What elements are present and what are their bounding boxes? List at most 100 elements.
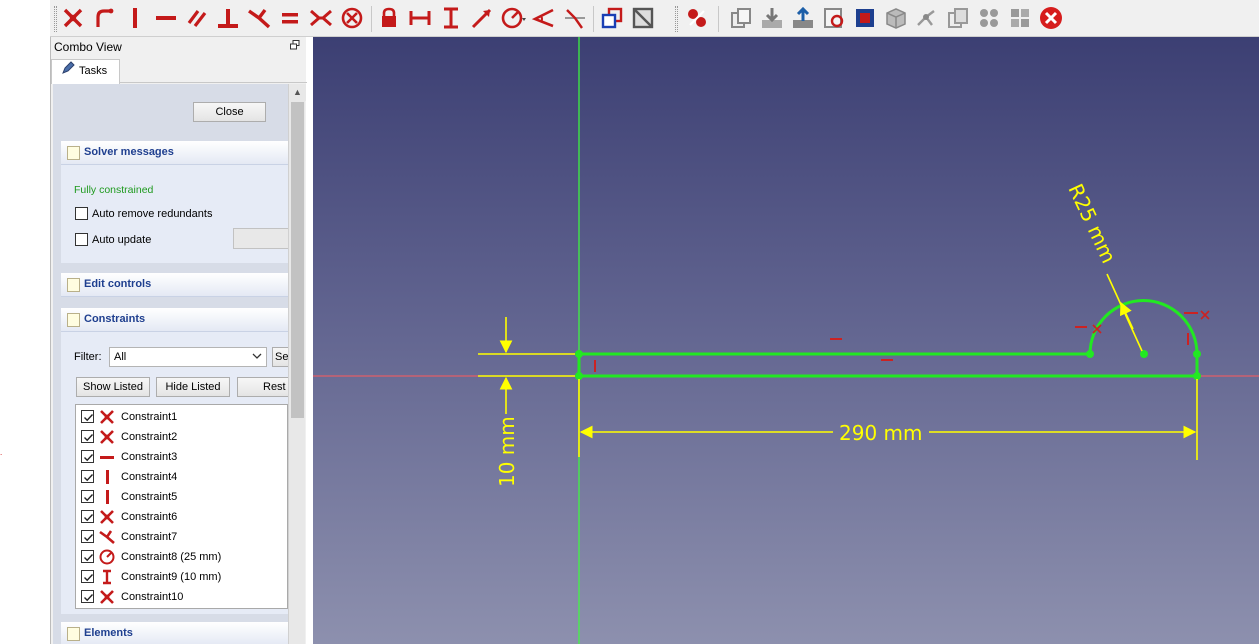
constraint-list[interactable]: Constraint1 Constraint2 Constraint3 Constra… — [75, 404, 288, 609]
dimension-width-label[interactable]: 290 mm — [839, 421, 923, 445]
tangent-constraint-glyph — [1184, 312, 1198, 314]
copy-button[interactable] — [728, 5, 754, 31]
scroll-thumb[interactable] — [291, 102, 304, 418]
horizontal-constraint-glyph — [830, 338, 842, 340]
perpendicular-constraint-button[interactable] — [215, 5, 241, 31]
angle-constraint-button[interactable] — [531, 5, 557, 31]
constraints-header[interactable]: Constraints — [61, 308, 288, 332]
restore-button[interactable]: Rest — [237, 377, 288, 397]
toggle-construction-button[interactable] — [599, 5, 625, 31]
equal-constraint-button[interactable] — [277, 5, 303, 31]
horizontal-constraint-button[interactable] — [153, 5, 179, 31]
edit-controls-header[interactable]: Edit controls — [61, 273, 288, 297]
dimension-radius-label[interactable]: R25 mm — [1063, 180, 1121, 267]
select-conflicts-button[interactable] — [914, 5, 940, 31]
delete-all-constraints-icon — [1040, 7, 1062, 29]
solver-messages-header[interactable]: Solver messages — [61, 141, 288, 165]
hide-listed-button[interactable]: Hide Listed — [156, 377, 230, 397]
constraint-row[interactable]: Constraint4 — [76, 467, 287, 487]
tab-tasks[interactable]: Tasks — [51, 59, 120, 84]
vertex-point[interactable] — [575, 350, 583, 358]
distance-constraint-button[interactable] — [469, 5, 495, 31]
delete-all-constraints-button[interactable] — [1038, 5, 1064, 31]
radius-constraint-button[interactable] — [500, 5, 526, 31]
symmetric-constraint-icon — [310, 9, 332, 27]
vertex-point[interactable] — [1193, 350, 1201, 358]
dimension-height-label[interactable]: 10 mm — [495, 416, 519, 487]
close-button[interactable]: Close — [193, 102, 266, 122]
show-listed-button[interactable]: Show Listed — [76, 377, 150, 397]
constraint-visibility-checkbox[interactable] — [81, 430, 94, 443]
vertex-point[interactable] — [1086, 350, 1094, 358]
constraint-visibility-checkbox[interactable] — [81, 570, 94, 583]
scroll-up-arrow-icon[interactable]: ▲ — [289, 84, 306, 101]
constraint-visibility-checkbox[interactable] — [81, 510, 94, 523]
constraint-row[interactable]: Constraint6 — [76, 507, 287, 527]
constraint-visibility-checkbox[interactable] — [81, 450, 94, 463]
vertical-constraint-glyph — [1187, 333, 1189, 345]
constraint-label: Constraint8 (25 mm) — [121, 551, 222, 563]
clone-button[interactable] — [945, 5, 971, 31]
auto-update-checkbox[interactable] — [75, 233, 88, 246]
constraint-visibility-checkbox[interactable] — [81, 470, 94, 483]
constraint-row[interactable]: Constraint7 — [76, 527, 287, 547]
remove-axes-button[interactable] — [1007, 5, 1033, 31]
constraint-row[interactable]: Constraint10 — [76, 587, 287, 607]
sketch-geometry[interactable] — [575, 299, 1201, 380]
export-button[interactable] — [790, 5, 816, 31]
constraint-row[interactable]: Constraint3 — [76, 447, 287, 467]
vertical-distance-button[interactable] — [438, 5, 464, 31]
auto-remove-redundants-checkbox[interactable] — [75, 207, 88, 220]
toolbar-grip[interactable] — [54, 6, 57, 32]
vertex-point[interactable] — [575, 372, 583, 380]
task-panel-scrollbar[interactable]: ▲ — [288, 84, 306, 644]
sketch-viewport[interactable]: 290 mm 10 mm R25 mm — [313, 37, 1259, 644]
toggle-driving-button[interactable] — [630, 5, 656, 31]
parallel-constraint-button[interactable] — [184, 5, 210, 31]
dimension-radius[interactable]: R25 mm — [1063, 180, 1143, 352]
vertical-constraint-button[interactable] — [122, 5, 148, 31]
constraint-visibility-checkbox[interactable] — [81, 410, 94, 423]
rectangular-array-button[interactable] — [976, 5, 1002, 31]
validate-sketch-button[interactable] — [684, 5, 710, 31]
box-view-button[interactable] — [883, 5, 909, 31]
constraint-glyphs — [594, 310, 1210, 372]
arc-center-point[interactable] — [1140, 350, 1148, 358]
auto-remove-redundants-label: Auto remove redundants — [92, 208, 213, 220]
constraint-row[interactable]: Constraint9 (10 mm) — [76, 567, 287, 587]
tangent-curve-constraint-button[interactable] — [246, 5, 272, 31]
filter-settings-button[interactable]: Se — [272, 347, 288, 367]
block-constraint-button[interactable] — [339, 5, 365, 31]
auto-update-label: Auto update — [92, 234, 152, 246]
dimension-height[interactable]: 10 mm — [478, 317, 575, 487]
constraint-row[interactable]: Constraint2 — [76, 427, 287, 447]
import-button[interactable] — [759, 5, 785, 31]
constraint-visibility-checkbox[interactable] — [81, 530, 94, 543]
constraint-label: Constraint7 — [121, 531, 178, 543]
constraint-visibility-checkbox[interactable] — [81, 550, 94, 563]
horizontal-distance-button[interactable] — [407, 5, 433, 31]
lock-constraint-button[interactable] — [376, 5, 402, 31]
update-button[interactable] — [233, 228, 288, 249]
float-panel-icon[interactable] — [290, 40, 300, 50]
dimension-width[interactable]: 290 mm — [578, 379, 1198, 460]
toolbar-grip[interactable] — [675, 6, 678, 32]
arc[interactable] — [1088, 299, 1199, 355]
select-faces-button[interactable] — [852, 5, 878, 31]
symmetric-constraint-button[interactable] — [308, 5, 334, 31]
elements-header[interactable]: Elements — [61, 622, 288, 644]
constraint-row[interactable]: Constraint8 (25 mm) — [76, 547, 287, 567]
tangent-constraint-button[interactable] — [91, 5, 117, 31]
point-on-object-constraint-button[interactable] — [60, 5, 86, 31]
constraint-row[interactable]: Constraint1 — [76, 407, 287, 427]
filter-select[interactable]: All — [109, 347, 267, 367]
snell-law-button[interactable] — [562, 5, 588, 31]
edit-controls-panel: Edit controls — [61, 273, 288, 297]
constraint-visibility-checkbox[interactable] — [81, 590, 94, 603]
constraint-row[interactable]: Constraint5 — [76, 487, 287, 507]
radius-constraint-icon — [501, 7, 526, 29]
constraint-visibility-checkbox[interactable] — [81, 490, 94, 503]
vertex-point[interactable] — [1193, 372, 1201, 380]
view-section-button[interactable] — [821, 5, 847, 31]
panel-icon — [67, 146, 80, 160]
